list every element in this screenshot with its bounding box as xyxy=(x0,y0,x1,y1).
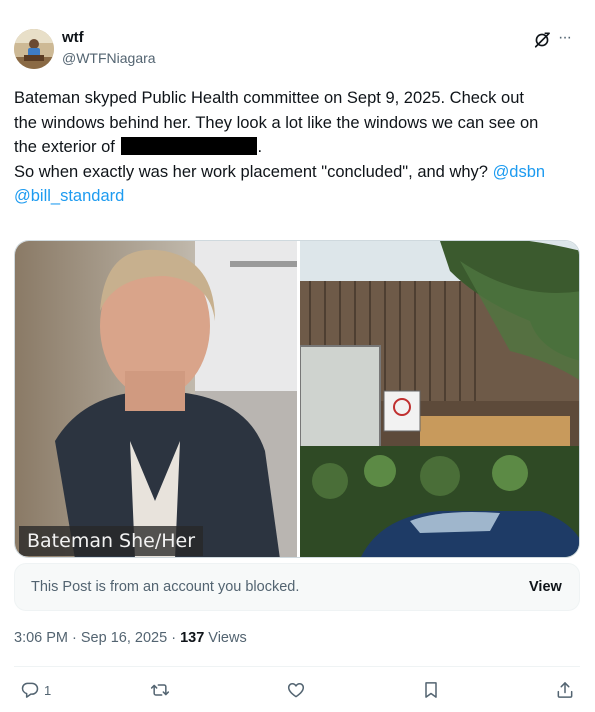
meta-separator: · xyxy=(68,630,81,646)
views-label: Views xyxy=(204,630,247,646)
grok-icon[interactable] xyxy=(533,31,551,49)
more-options-icon[interactable]: ··· xyxy=(558,30,582,50)
bookmark-icon xyxy=(425,682,437,698)
divider xyxy=(14,666,580,667)
author-display-name[interactable]: wtf xyxy=(62,29,84,46)
tweet-text: Bateman skyped Public Health committee o… xyxy=(14,86,584,209)
post-date[interactable]: Sep 16, 2025 xyxy=(81,630,167,646)
mention-link-bill-standard[interactable]: @bill_standard xyxy=(14,187,124,205)
meta-separator: · xyxy=(167,630,181,646)
repost-icon xyxy=(150,684,170,696)
author-handle[interactable]: @WTFNiagara xyxy=(62,50,156,66)
share-button[interactable] xyxy=(555,680,575,702)
heart-icon xyxy=(287,683,305,698)
tweet-line: Bateman skyped Public Health committee o… xyxy=(14,89,524,107)
post-metadata: 3:06 PM · Sep 16, 2025 · 137 Views xyxy=(14,630,247,646)
video-name-caption: Bateman She/Her xyxy=(19,526,204,556)
tweet-line-part: So when exactly was her work placement "… xyxy=(14,162,493,181)
views-count: 137 xyxy=(180,630,205,646)
blocked-quote-notice: This Post is from an account you blocked… xyxy=(14,563,580,611)
reply-icon xyxy=(21,682,39,698)
tweet-line-part: . xyxy=(257,138,263,156)
tweet-line: @bill_standard xyxy=(14,184,584,209)
avatar-photo xyxy=(14,29,54,69)
tweet-line: the exterior of . xyxy=(14,135,584,160)
tweet-line: So when exactly was her work placement "… xyxy=(14,160,584,185)
like-button[interactable] xyxy=(286,680,306,702)
avatar[interactable] xyxy=(14,29,54,69)
media-image-building[interactable] xyxy=(300,241,579,557)
reply-count: 1 xyxy=(44,683,52,698)
video-call-image xyxy=(15,241,297,557)
tweet-line: the windows behind her. They look a lot … xyxy=(14,113,539,132)
media-grid: Bateman She/Her xyxy=(14,240,580,558)
blocked-notice-text: This Post is from an account you blocked… xyxy=(31,579,300,595)
view-button[interactable]: View xyxy=(529,579,562,595)
reply-button[interactable]: 1 xyxy=(20,680,51,702)
mention-link-dsbn[interactable]: @dsbn xyxy=(493,163,546,181)
redaction-block xyxy=(121,137,258,155)
building-exterior-image xyxy=(300,241,579,557)
tweet-line-part: the exterior of xyxy=(14,138,115,156)
share-icon xyxy=(557,682,573,698)
repost-button[interactable] xyxy=(150,680,170,702)
post-time[interactable]: 3:06 PM xyxy=(14,630,68,646)
media-image-video-call[interactable]: Bateman She/Her xyxy=(15,241,297,557)
bookmark-button[interactable] xyxy=(421,680,441,702)
